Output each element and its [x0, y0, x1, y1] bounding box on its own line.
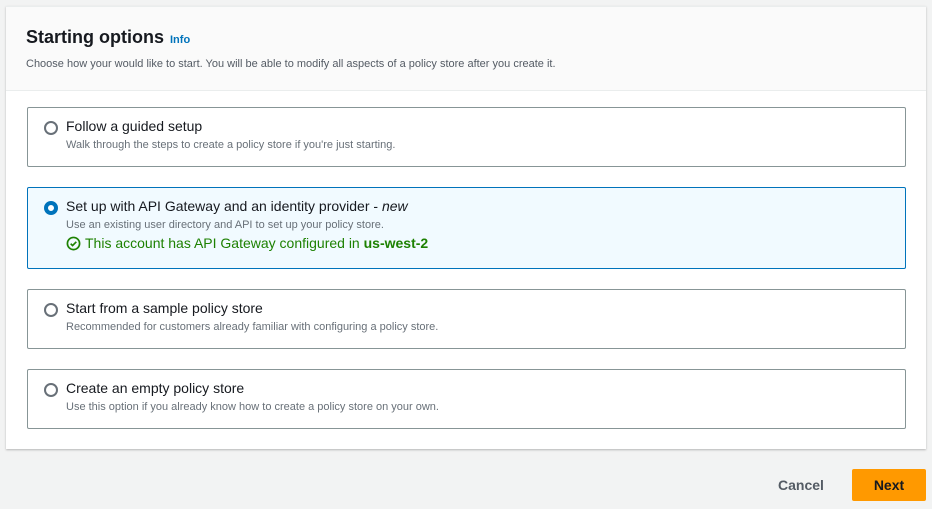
option-api-gateway[interactable]: Set up with API Gateway and an identity …	[27, 187, 906, 269]
option-label: Start from a sample policy store	[66, 300, 263, 316]
check-circle-icon	[66, 236, 81, 250]
option-guided-setup[interactable]: Follow a guided setup Walk through the s…	[27, 107, 906, 167]
panel-description: Choose how your would like to start. You…	[26, 58, 556, 70]
info-link[interactable]: Info	[170, 34, 190, 46]
option-empty-policy-store[interactable]: Create an empty policy store Use this op…	[27, 369, 906, 429]
starting-options-panel: Starting options Info Choose how your wou…	[6, 6, 926, 449]
panel-header: Starting options Info Choose how your wou…	[6, 7, 926, 91]
option-description: Recommended for customers already famili…	[66, 321, 439, 333]
status-text: This account has API Gateway configured …	[85, 235, 364, 251]
radio-button-selected[interactable]	[44, 201, 58, 215]
option-description: Use this option if you already know how …	[66, 401, 439, 413]
radio-button[interactable]	[44, 383, 58, 397]
option-description: Use an existing user directory and API t…	[66, 219, 384, 231]
status-region: us-west-2	[363, 235, 429, 251]
cancel-button[interactable]: Cancel	[770, 469, 832, 501]
next-button[interactable]: Next	[852, 469, 926, 501]
radio-button[interactable]	[44, 121, 58, 135]
panel-title: Starting options	[26, 27, 164, 47]
label-text: Set up with API Gateway and an identity …	[66, 198, 382, 214]
radio-button[interactable]	[44, 303, 58, 317]
option-label: Set up with API Gateway and an identity …	[66, 198, 905, 214]
status-message: This account has API Gateway configured …	[66, 235, 905, 251]
option-label: Follow a guided setup	[66, 118, 203, 134]
new-tag: new	[381, 198, 408, 214]
option-sample-policy-store[interactable]: Start from a sample policy store Recomme…	[27, 289, 906, 349]
option-description: Walk through the steps to create a polic…	[66, 139, 396, 151]
option-label: Create an empty policy store	[66, 380, 245, 396]
